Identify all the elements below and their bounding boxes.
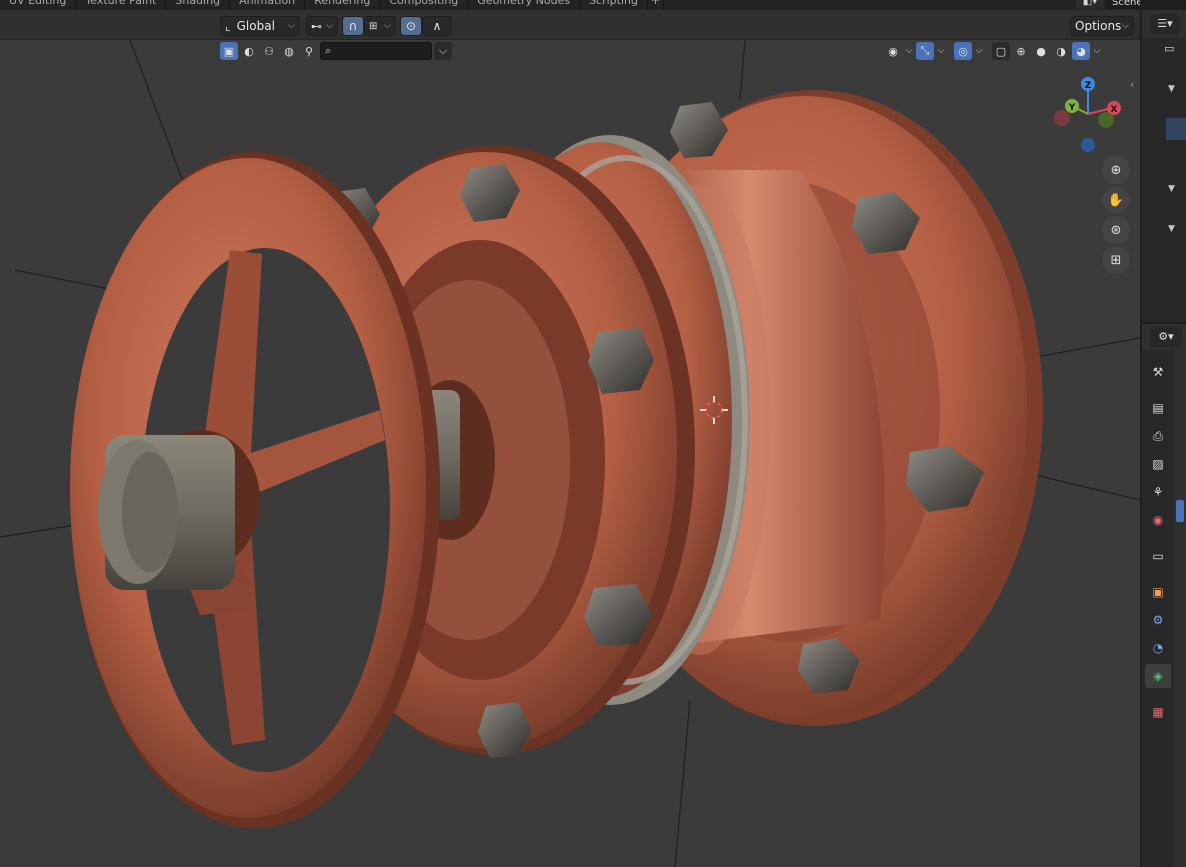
transform-orientation-label: Global [236, 19, 275, 33]
tab-texture-paint[interactable]: Texture Paint [76, 0, 167, 10]
select-intersect-icon[interactable]: ⚲ [300, 42, 318, 60]
workspace-tab-bar: UV Editing Texture Paint Shading Animati… [0, 0, 1140, 10]
ortho-grid-icon[interactable]: ⊞ [1102, 246, 1130, 274]
tool-tab-icon[interactable]: ⚒ [1145, 360, 1171, 384]
object-tab-icon[interactable]: ▣ [1145, 580, 1171, 604]
chevron-down-icon[interactable]: ⌵ [974, 42, 984, 60]
selected-property-marker [1176, 500, 1184, 522]
render-tab-icon[interactable]: ▤ [1145, 396, 1171, 420]
tab-shading[interactable]: Shading [166, 0, 231, 10]
chevron-down-icon[interactable]: ⌵ [1092, 42, 1102, 60]
scene-icon[interactable]: ◧▾ [1076, 0, 1104, 9]
properties-content [1174, 350, 1186, 867]
gizmo-toggle-icon[interactable]: ⤡ [916, 42, 934, 60]
transform-orientation-dropdown[interactable]: ⌞ Global ⌵ [220, 16, 300, 36]
view-layer-tab-icon[interactable]: ▨ [1145, 452, 1171, 476]
options-dropdown[interactable]: Options ⌵ [1070, 16, 1134, 36]
pivot-icon: ⊷ [311, 19, 322, 33]
negative-x-axis-icon[interactable] [1054, 110, 1070, 126]
collection-icon: ▭ [1164, 42, 1175, 55]
viewport-search-input[interactable]: ⌕ [320, 42, 432, 60]
chevron-down-icon: ⌵ [326, 21, 333, 31]
chevron-down-icon: ⌵ [288, 21, 295, 31]
scene-tab-icon[interactable]: ⚘ [1145, 480, 1171, 504]
output-tab-icon[interactable]: ⎙ [1145, 424, 1171, 448]
xray-toggle-icon[interactable]: ▢ [992, 42, 1010, 60]
x-axis-label: X [1111, 105, 1118, 115]
chevron-down-icon: ⌵ [384, 21, 391, 31]
modifiers-tab-icon[interactable]: ⚙ [1145, 608, 1171, 632]
options-label: Options [1075, 19, 1122, 33]
blender-window: UV Editing Texture Paint Shading Animati… [0, 0, 1186, 867]
sidebar-toggle-icon[interactable]: ‹ [1130, 78, 1134, 91]
expand-triangle-icon[interactable]: ▼ [1168, 84, 1175, 94]
add-workspace-button[interactable]: + [648, 0, 664, 10]
pivot-point-dropdown[interactable]: ⊷ ⌵ [306, 16, 338, 36]
snap-increment-icon: ⊞ [369, 20, 378, 32]
select-invert-icon[interactable]: ◍ [280, 42, 298, 60]
editor-type-dropdown[interactable]: ⚙▾ [1150, 327, 1182, 347]
snap-toggle[interactable]: ∩ [342, 16, 364, 36]
editor-type-dropdown[interactable]: ☰▾ [1150, 14, 1180, 34]
tab-scripting[interactable]: Scripting [580, 0, 648, 10]
snap-target-dropdown[interactable]: ⊞ ⌵ [364, 16, 396, 36]
pan-hand-icon[interactable]: ✋ [1102, 186, 1130, 214]
proportional-edit-icon: ⊙ [405, 19, 417, 33]
tab-geometry-nodes[interactable]: Geometry Nodes [468, 0, 581, 10]
tab-compositing[interactable]: Compositing [380, 0, 469, 10]
camera-view-icon[interactable]: ⊛ [1102, 216, 1130, 244]
physics-tab-icon[interactable]: ◔ [1145, 636, 1171, 660]
zoom-magnifier-icon[interactable]: ⊕ [1102, 156, 1130, 184]
chevron-down-icon: ⌵ [1122, 21, 1129, 31]
outliner-panel: ☰▾ ▭ ▼ ▼ ▼ [1142, 10, 1186, 322]
selectability-toolbar: ▣ ◐ ⚇ ◍ ⚲ ⌕ ⌵ [220, 42, 452, 60]
viewport-display-toolbar: ◉ ⌵ ⤡ ⌵ ◎ ⌵ ▢ ⊕ ● ◑ ◕ ⌵ [884, 42, 1102, 60]
falloff-curve-icon: ∧ [432, 19, 442, 33]
outliner-header: ☰▾ [1142, 10, 1186, 38]
z-axis-label: Z [1085, 81, 1092, 91]
viewport-scene [0, 40, 1140, 867]
properties-panel: ⚙▾ ⚒ ▤ ⎙ ▨ ⚘ ◉ ▭ ▣ ⚙ ◔ ◈ ▦ [1142, 324, 1186, 867]
magnet-icon: ∩ [348, 19, 358, 33]
handwheel [70, 152, 440, 828]
solid-shading-icon[interactable]: ● [1032, 42, 1050, 60]
right-editor-column: ☰▾ ▭ ▼ ▼ ▼ ⚙▾ ⚒ ▤ ⎙ ▨ ⚘ ◉ ▭ ▣ ⚙ ◔ ◈ ▦ [1140, 0, 1186, 867]
y-axis-label: Y [1068, 103, 1076, 113]
select-extend-icon[interactable]: ◐ [240, 42, 258, 60]
visibility-eye-icon[interactable]: ◉ [884, 42, 902, 60]
tab-rendering[interactable]: Rendering [305, 0, 381, 10]
expand-triangle-icon[interactable]: ▼ [1168, 224, 1175, 234]
transform-pivot-icon: ⌞ [225, 19, 231, 33]
select-subtract-icon[interactable]: ⚇ [260, 42, 278, 60]
world-tab-icon[interactable]: ◉ [1145, 508, 1171, 532]
navigation-gizmo[interactable]: Z Y X [1050, 72, 1130, 162]
collection-tab-icon[interactable]: ▭ [1145, 544, 1171, 568]
tab-animation[interactable]: Animation [230, 0, 306, 10]
viewport-header: ⌞ Global ⌵ ⊷ ⌵ ∩ ⊞ ⌵ ⊙ ∧ Options ⌵ [0, 10, 1140, 40]
expand-triangle-icon[interactable]: ▼ [1168, 184, 1175, 194]
properties-header: ⚙▾ [1142, 324, 1186, 350]
material-preview-shading-icon[interactable]: ◑ [1052, 42, 1070, 60]
outliner-row-selected[interactable] [1166, 118, 1186, 140]
overlays-toggle-icon[interactable]: ◎ [954, 42, 972, 60]
tab-uv-editing[interactable]: UV Editing [0, 0, 77, 10]
magnifier-icon: ⌕ [325, 44, 332, 57]
rendered-shading-icon[interactable]: ◕ [1072, 42, 1090, 60]
texture-tab-icon[interactable]: ▦ [1145, 700, 1171, 724]
proportional-falloff-dropdown[interactable]: ∧ [422, 16, 452, 36]
object-data-tab-icon[interactable]: ◈ [1145, 664, 1171, 688]
select-box-icon[interactable]: ▣ [220, 42, 238, 60]
wireframe-shading-icon[interactable]: ⊕ [1012, 42, 1030, 60]
negative-z-axis-icon[interactable] [1081, 138, 1095, 152]
chevron-down-icon[interactable]: ⌵ [936, 42, 946, 60]
chevron-down-icon[interactable]: ⌵ [904, 42, 914, 60]
3d-viewport[interactable]: ▣ ◐ ⚇ ◍ ⚲ ⌕ ⌵ ◉ ⌵ ⤡ ⌵ ◎ ⌵ ▢ ⊕ ● ◑ ◕ ⌵ Z … [0, 40, 1140, 867]
proportional-edit-toggle[interactable]: ⊙ [400, 16, 422, 36]
chevron-down-icon: ⌵ [438, 44, 448, 57]
search-dropdown[interactable]: ⌵ [434, 42, 452, 60]
